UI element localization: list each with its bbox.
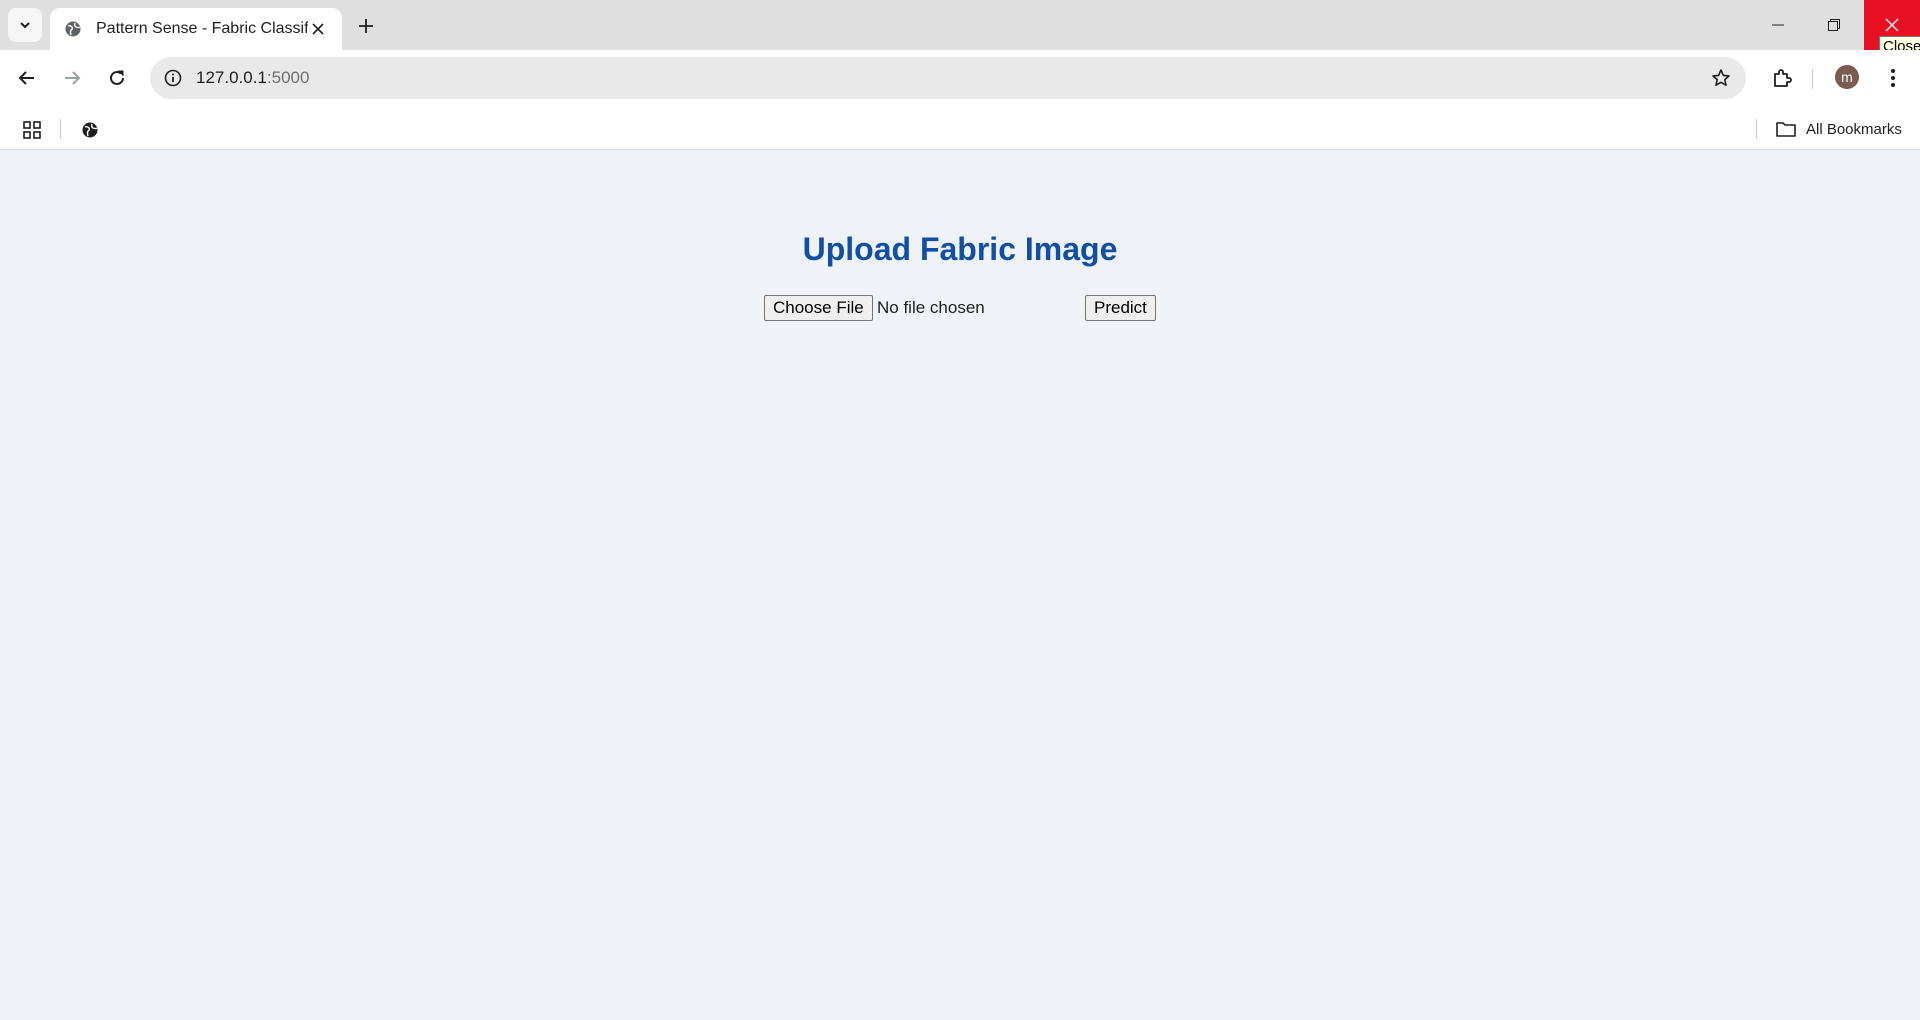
address-bar[interactable]: 127.0.0.1:5000: [150, 57, 1746, 99]
close-icon: [312, 23, 324, 35]
forward-button[interactable]: [55, 61, 89, 95]
chevron-down-icon: [20, 22, 30, 29]
tab-title: Pattern Sense - Fabric Classifier: [96, 20, 308, 37]
arrow-right-icon: [65, 71, 81, 85]
page-title: Upload Fabric Image: [802, 231, 1118, 267]
toolbar-divider: [1812, 69, 1813, 89]
upload-form: Choose File No file chosen Predict: [764, 295, 1164, 323]
url-port: :5000: [266, 68, 310, 87]
tab-close-button[interactable]: [308, 19, 328, 39]
restore-button[interactable]: [1806, 0, 1862, 50]
reload-button[interactable]: [100, 61, 134, 95]
profile-avatar[interactable]: m: [1835, 65, 1859, 89]
browser-menu-button[interactable]: [1876, 61, 1910, 95]
puzzle-icon: [1774, 69, 1792, 87]
bookmark-star-icon[interactable]: [1710, 67, 1732, 89]
site-info-icon[interactable]: [162, 67, 184, 89]
all-bookmarks-button[interactable]: All Bookmarks: [1776, 117, 1902, 141]
back-button[interactable]: [10, 61, 44, 95]
bookmark-item[interactable]: [78, 118, 102, 142]
predict-button[interactable]: Predict: [1085, 295, 1156, 321]
grid-icon: [23, 121, 41, 139]
extensions-button[interactable]: [1765, 61, 1799, 95]
bookmarks-divider: [60, 119, 61, 139]
url-text: 127.0.0.1:5000: [196, 68, 309, 88]
more-vertical-icon: [1891, 69, 1895, 87]
apps-button[interactable]: [20, 118, 44, 142]
choose-file-button[interactable]: Choose File: [764, 295, 873, 321]
folder-icon: [1776, 122, 1796, 137]
reload-icon: [110, 70, 124, 85]
globe-icon: [82, 122, 98, 138]
tab-search-button[interactable]: [8, 8, 42, 42]
file-status-text: No file chosen: [877, 298, 985, 317]
plus-icon: [359, 19, 373, 33]
tab-strip: Pattern Sense - Fabric Classifier: [0, 0, 1920, 50]
page-content: Upload Fabric Image Choose File No file …: [0, 151, 1920, 1020]
minimize-icon: [1772, 24, 1784, 26]
arrow-left-icon: [18, 71, 34, 85]
new-tab-button[interactable]: [352, 12, 380, 40]
close-icon: [1885, 18, 1899, 32]
globe-icon: [65, 21, 81, 37]
all-bookmarks-label: All Bookmarks: [1806, 120, 1902, 138]
url-host: 127.0.0.1: [196, 68, 267, 87]
restore-icon: [1828, 19, 1840, 31]
minimize-button[interactable]: [1750, 0, 1806, 50]
active-tab[interactable]: Pattern Sense - Fabric Classifier: [50, 8, 342, 50]
bookmarks-bar: All Bookmarks: [0, 108, 1920, 150]
browser-toolbar: 127.0.0.1:5000 m: [0, 50, 1920, 108]
bookmarks-divider: [1756, 119, 1757, 139]
